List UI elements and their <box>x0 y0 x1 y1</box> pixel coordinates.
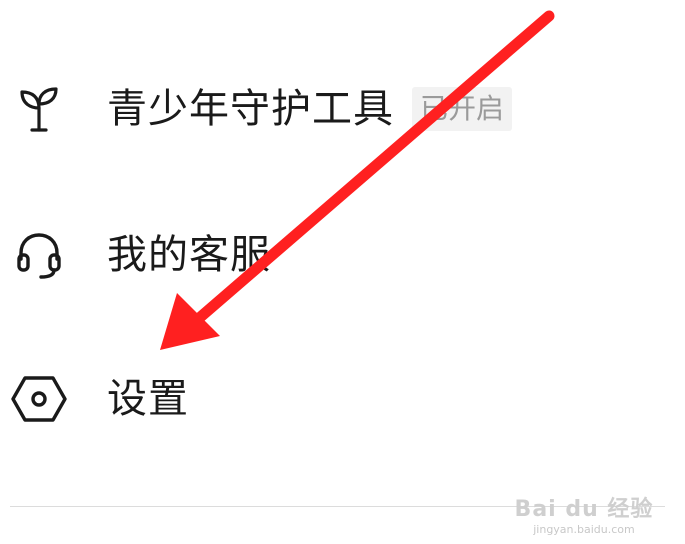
status-badge: 已开启 <box>412 87 513 131</box>
menu-label-youth-protection: 青少年守护工具 <box>107 86 394 132</box>
watermark: Bai du 经验 jingyan.baidu.com <box>509 491 659 536</box>
hexagon-settings-icon <box>10 370 68 428</box>
menu-item-settings[interactable]: 设置 <box>0 344 685 454</box>
menu-item-youth-protection[interactable]: 青少年守护工具 已开启 <box>0 54 685 164</box>
menu-item-customer-service[interactable]: 我的客服 <box>0 200 685 310</box>
sprout-icon <box>10 80 68 138</box>
menu-label-settings: 设置 <box>107 376 189 422</box>
bottom-divider <box>10 506 665 507</box>
watermark-logo: Bai du 经验 <box>514 497 654 522</box>
watermark-url: jingyan.baidu.com <box>533 523 635 536</box>
page: 青少年守护工具 已开启 我的客服 设置 Bai du 经验 jingyan.ba… <box>0 0 685 544</box>
headset-icon <box>10 226 68 284</box>
menu-label-customer-service: 我的客服 <box>107 232 271 278</box>
